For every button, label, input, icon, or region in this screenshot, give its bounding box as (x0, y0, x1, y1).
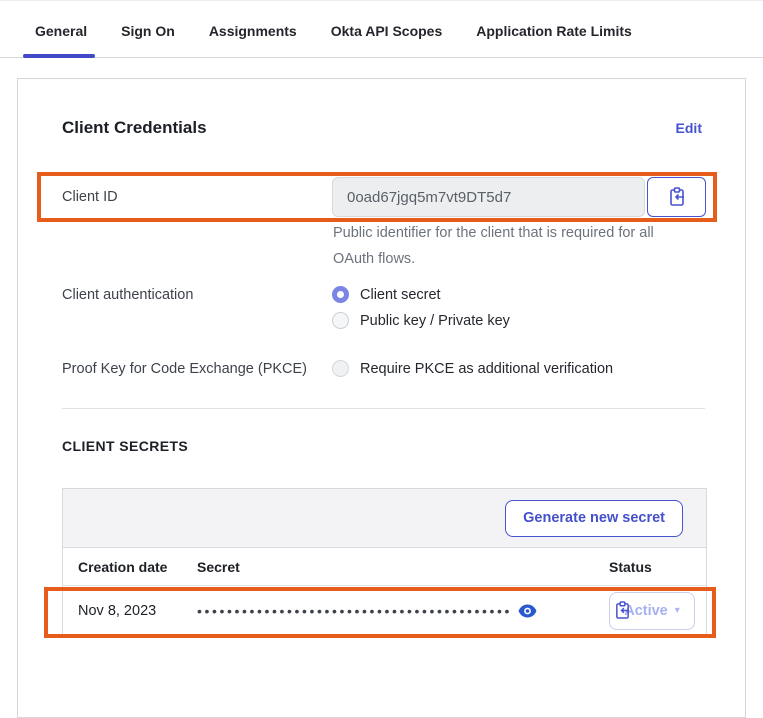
generate-new-secret-button[interactable]: Generate new secret (505, 500, 683, 537)
checkbox-unchecked-icon[interactable] (332, 360, 349, 377)
client-id-input[interactable] (332, 177, 645, 217)
client-authentication-options: Client secret Public key / Private key (332, 286, 510, 329)
pkce-row: Proof Key for Code Exchange (PKCE) Requi… (62, 360, 707, 377)
edit-link[interactable]: Edit (676, 120, 702, 136)
pkce-checkbox-label: Require PKCE as additional verification (360, 361, 613, 377)
table-toolbar: Generate new secret (63, 489, 706, 548)
radio-public-private-key[interactable]: Public key / Private key (332, 312, 510, 329)
client-secrets-table: Generate new secret Creation date Secret… (62, 488, 707, 636)
panel-header: Client Credentials Edit (62, 118, 702, 138)
radio-client-secret[interactable]: Client secret (332, 286, 510, 303)
radio-public-private-key-label: Public key / Private key (360, 313, 510, 329)
masked-secret-value: ••••••••••••••••••••••••••••••••••••••••… (197, 603, 512, 619)
tab-sign-on[interactable]: Sign On (119, 23, 177, 57)
table-header-row: Creation date Secret Status (63, 548, 706, 586)
column-header-creation-date: Creation date (78, 559, 197, 575)
secret-cell: ••••••••••••••••••••••••••••••••••••••••… (197, 603, 609, 619)
secret-creation-date: Nov 8, 2023 (78, 603, 197, 619)
section-divider (62, 408, 705, 409)
client-id-row-highlight: Client ID (37, 172, 717, 222)
client-id-label: Client ID (41, 189, 332, 205)
tab-assignments[interactable]: Assignments (207, 23, 299, 57)
client-authentication-row: Client authentication Client secret Publ… (62, 286, 707, 329)
radio-selected-icon[interactable] (332, 286, 349, 303)
column-header-secret: Secret (197, 559, 609, 575)
tab-general[interactable]: General (33, 23, 89, 57)
tabs-container: General Sign On Assignments Okta API Sco… (0, 1, 763, 57)
copy-client-id-button[interactable] (647, 177, 706, 217)
radio-unselected-icon[interactable] (332, 312, 349, 329)
pkce-checkbox-option[interactable]: Require PKCE as additional verification (332, 360, 613, 377)
client-id-field-group (332, 177, 706, 217)
clipboard-copy-icon (668, 187, 686, 207)
panel-title: Client Credentials (62, 118, 207, 138)
client-authentication-label: Client authentication (62, 286, 332, 329)
radio-client-secret-label: Client secret (360, 287, 441, 303)
caret-down-icon: ▾ (675, 605, 680, 616)
table-row: Nov 8, 2023 ••••••••••••••••••••••••••••… (63, 586, 706, 635)
client-credentials-panel: Client Credentials Edit Client ID Public… (17, 78, 746, 718)
eye-icon[interactable] (518, 604, 537, 618)
client-secrets-heading: CLIENT SECRETS (62, 438, 188, 454)
client-id-help-text: Public identifier for the client that is… (333, 220, 681, 272)
column-header-status: Status (609, 559, 706, 575)
pkce-label: Proof Key for Code Exchange (PKCE) (62, 360, 332, 377)
app-tab-bar: General Sign On Assignments Okta API Sco… (0, 0, 763, 58)
tab-application-rate-limits[interactable]: Application Rate Limits (474, 23, 634, 57)
copy-secret-icon[interactable] (614, 601, 631, 620)
status-cell: Active ▾ (609, 592, 706, 630)
tab-okta-api-scopes[interactable]: Okta API Scopes (329, 23, 445, 57)
